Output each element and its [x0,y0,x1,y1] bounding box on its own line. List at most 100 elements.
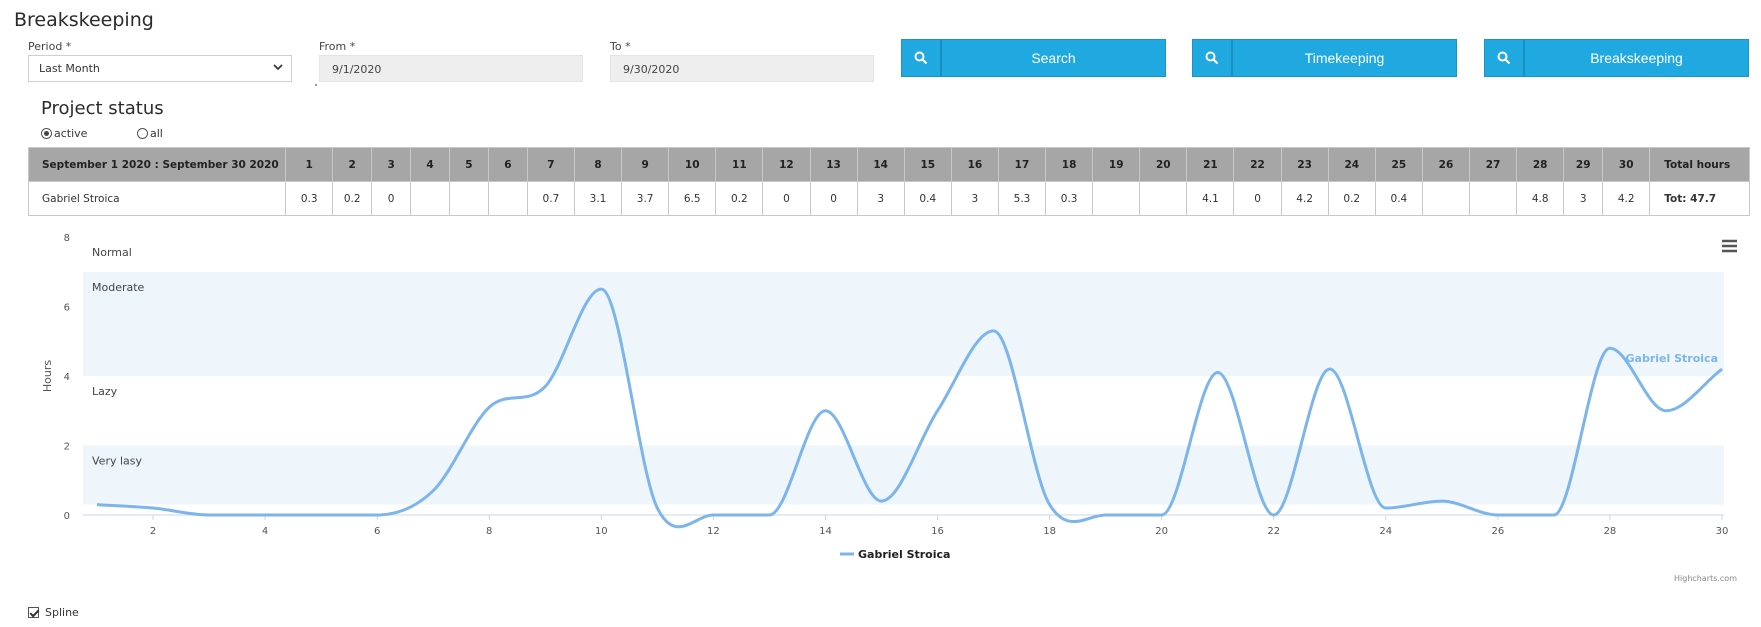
hours-cell: 4.2 [1280,181,1329,216]
project-status-table: September 1 2020 : September 30 2020 1 2 3 4… [27,147,1750,216]
x-tick-label: 20 [1155,526,1168,537]
day-header: 15 [903,147,952,182]
range-header: September 1 2020 : September 30 2020 [27,147,287,182]
day-header: 13 [809,147,858,182]
total-cell: Tot: 47.7 [1649,181,1750,216]
radio-all-dot[interactable] [137,128,148,139]
hours-cell: 0 [809,181,858,216]
x-tick-label: 16 [931,526,944,537]
hours-cell [1469,181,1518,216]
radio-active-dot[interactable] [41,128,52,139]
period-select[interactable]: Last Month [28,55,292,82]
search-icon [902,40,942,76]
period-label: Period * [28,40,72,53]
hours-cell: 0.3 [1045,181,1094,216]
day-header: 27 [1469,147,1518,182]
day-header: 17 [997,147,1047,182]
day-header: 24 [1327,147,1376,182]
day-header: 9 [621,147,670,182]
table-row: Gabriel Stroica 0.3 0.2 0 0.7 3.1 3.7 6.5 0.2 0 0 3… [27,181,1750,216]
x-tick-label: 10 [595,526,608,537]
hours-cell: 3 [856,181,905,216]
breakskeeping-button-label: Breakskeeping [1590,50,1683,66]
search-button-label: Search [1031,50,1076,66]
employee-name: Gabriel Stroica [27,181,287,216]
menu-icon[interactable] [1722,239,1737,253]
day-header: 1 [285,147,334,182]
hours-cell [1092,181,1141,216]
radio-active[interactable]: active [41,127,87,140]
day-header: 20 [1139,147,1188,182]
search-button[interactable]: Search [901,39,1166,77]
plot-band [83,237,1724,272]
project-status-title: Project status [41,98,164,119]
radio-all-label: all [150,127,163,140]
day-header: 25 [1374,147,1423,182]
from-label: From * [319,40,356,53]
total-header: Total hours [1649,147,1750,182]
period-value: Last Month [39,62,100,75]
hours-cell: 3.7 [621,181,670,216]
y-tick-label: 0 [64,511,70,522]
x-tick-label: 28 [1604,526,1617,537]
day-header: 26 [1421,147,1471,182]
day-header: 6 [487,147,528,182]
hours-cell: 3.1 [573,181,623,216]
hours-cell: 4.1 [1186,181,1235,216]
plot-band [83,271,1724,376]
y-axis-title: Hours [41,360,54,392]
breakskeeping-button[interactable]: Breakskeeping [1484,39,1749,77]
hours-cell: 0 [1233,181,1282,216]
day-header: 8 [573,147,623,182]
hours-cell: 0.7 [526,181,575,216]
x-tick-label: 22 [1267,526,1280,537]
search-icon [1485,40,1525,76]
day-header: 28 [1516,147,1565,182]
day-header: 18 [1045,147,1094,182]
x-tick-label: 2 [150,526,156,537]
day-header: 4 [410,147,450,182]
x-tick-label: 26 [1491,526,1504,537]
hours-cell [449,181,489,216]
day-header: 19 [1092,147,1141,182]
y-tick-label: 4 [64,372,70,383]
hours-cell: 0.4 [903,181,952,216]
day-header: 3 [371,147,412,182]
to-date-field[interactable]: 9/30/2020 [610,55,874,82]
y-tick-label: 2 [64,442,70,453]
hours-cell: 0.3 [285,181,334,216]
hours-cell [1421,181,1471,216]
x-tick-label: 12 [707,526,720,537]
spline-toggle[interactable]: Spline [28,606,79,619]
x-tick-label: 4 [262,526,268,537]
hours-cell: 3 [950,181,999,216]
x-tick-label: 18 [1043,526,1056,537]
to-label: To * [610,40,631,53]
hours-cell: 0.2 [332,181,373,216]
hours-cell [487,181,528,216]
plot-band-label: Lazy [92,385,118,398]
day-header: 30 [1602,147,1651,182]
hours-cell: 6.5 [668,181,717,216]
day-header: 14 [856,147,905,182]
y-tick-label: 8 [64,233,70,244]
x-tick-label: 24 [1379,526,1392,537]
hours-cell: 0 [762,181,811,216]
page-title: Breakskeeping [14,9,154,31]
table-header-row: September 1 2020 : September 30 2020 1 2 3 4… [27,147,1750,182]
spline-checkbox[interactable] [28,607,39,618]
hours-cell: 4.2 [1602,181,1651,216]
from-date-field[interactable]: 9/1/2020 [319,55,583,82]
plot-band-label: Normal [92,246,132,259]
day-header: 2 [332,147,373,182]
y-tick-label: 6 [64,303,70,314]
hours-cell: 0.2 [715,181,764,216]
timekeeping-button[interactable]: Timekeeping [1192,39,1457,77]
hours-cell: 4.8 [1516,181,1565,216]
radio-all[interactable]: all [137,127,163,140]
timekeeping-button-label: Timekeeping [1304,50,1385,66]
x-tick-label: 6 [374,526,380,537]
hours-cell: 5.3 [997,181,1047,216]
day-header: 11 [715,147,764,182]
hours-cell: 0 [371,181,412,216]
